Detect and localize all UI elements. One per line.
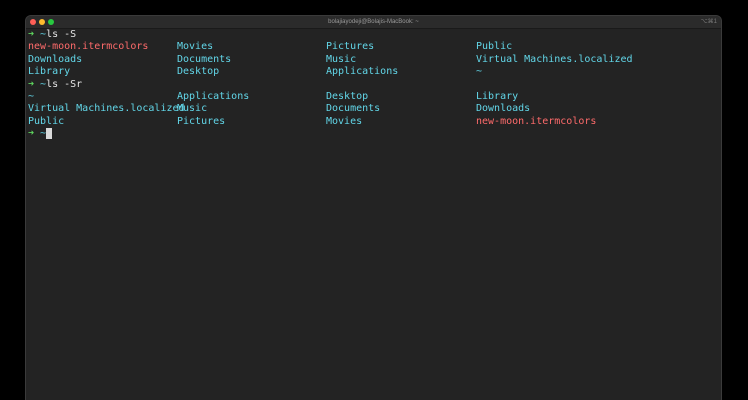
output-entry: Public — [476, 41, 513, 53]
output-entry: ~ — [476, 66, 483, 78]
output-entry: new-moon.itermcolors — [476, 115, 597, 127]
prompt-arrow-icon: ➜ — [28, 29, 35, 40]
output-entry: Library — [476, 90, 519, 102]
output-entry: Public — [28, 115, 65, 127]
terminal-window: bolajiayodeji@Bolajis-MacBook: ~ ⌥⌘1 ➜ ~… — [26, 16, 721, 400]
prompt-arrow-icon: ➜ — [28, 128, 35, 140]
output-entry: ~ — [28, 90, 35, 102]
output-entry: Movies — [177, 41, 214, 53]
output-row: Downloads Documents Music Virtual Machin… — [28, 54, 721, 66]
output-entry: Virtual Machines.localized — [476, 53, 633, 65]
output-entry: Desktop — [326, 90, 369, 102]
output-row: Public Pictures Movies new-moon.itermcol… — [28, 116, 721, 128]
output-row: ~ Applications Desktop Library — [28, 91, 721, 103]
text-cursor[interactable] — [46, 128, 53, 140]
output-row: new-moon.itermcolors Movies Pictures Pub… — [28, 41, 721, 53]
output-entry: Desktop — [177, 66, 220, 78]
output-entry: Pictures — [177, 115, 226, 127]
output-entry: Movies — [326, 115, 363, 127]
output-row: Library Desktop Applications ~ — [28, 66, 721, 78]
prompt-line: ➜ ~ ls -S — [28, 29, 721, 41]
output-entry: Documents — [177, 53, 232, 65]
output-entry: new-moon.itermcolors — [28, 41, 149, 53]
output-entry: Applications — [326, 66, 399, 78]
prompt-line: ➜ ~ ls -Sr — [28, 79, 721, 91]
output-entry: Documents — [326, 103, 381, 115]
prompt-line[interactable]: ➜ ~ — [28, 128, 721, 140]
window-shortcut: ⌥⌘1 — [700, 19, 717, 25]
output-row: Virtual Machines.localized Music Documen… — [28, 103, 721, 115]
title-bar[interactable]: bolajiayodeji@Bolajis-MacBook: ~ ⌥⌘1 — [26, 16, 721, 29]
output-entry: Virtual Machines.localized — [28, 103, 185, 115]
command-text: ls -Sr — [46, 78, 83, 90]
output-entry: Applications — [177, 90, 250, 102]
output-entry: Downloads — [476, 103, 531, 115]
output-entry: Music — [177, 103, 208, 115]
output-entry: Library — [28, 66, 71, 78]
output-entry: Music — [326, 53, 357, 65]
terminal-content[interactable]: ➜ ~ ls -S new-moon.itermcolors Movies Pi… — [28, 29, 721, 400]
output-entry: Downloads — [28, 53, 83, 65]
output-entry: Pictures — [326, 41, 375, 53]
prompt-arrow-icon: ➜ — [28, 78, 35, 90]
command-text: ls -S — [46, 29, 77, 40]
window-title: bolajiayodeji@Bolajis-MacBook: ~ — [328, 19, 419, 25]
